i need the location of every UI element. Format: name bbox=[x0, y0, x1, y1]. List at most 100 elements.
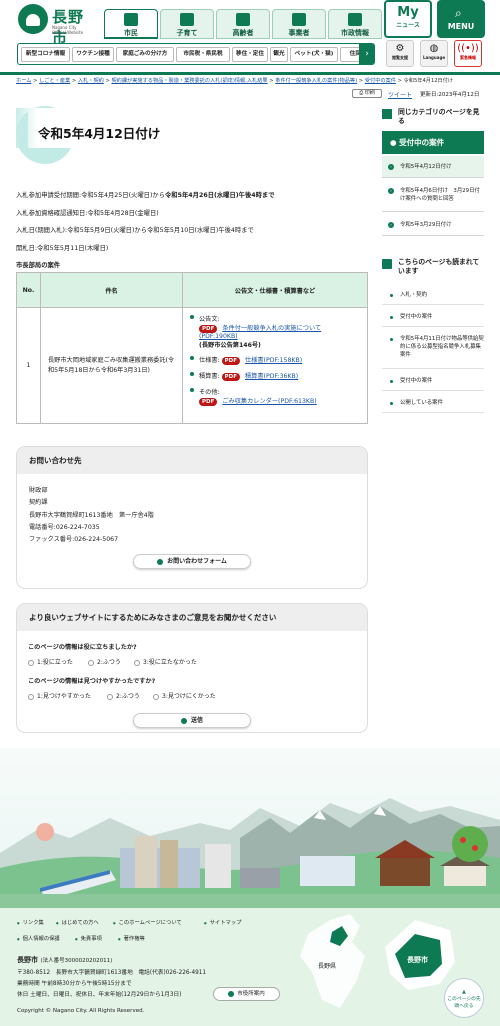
related-item[interactable]: 受付中の案件 bbox=[382, 307, 484, 327]
city-office-guide-button[interactable]: 市役所案内 bbox=[213, 987, 280, 1001]
quick-link[interactable]: 市民税・県民税 bbox=[176, 47, 230, 62]
chevron-right-icon: › bbox=[388, 188, 394, 194]
doc-item: その他: PDF ごみ収集カレンダー(PDF:613KB) bbox=[189, 387, 359, 406]
quick-link[interactable]: 観光 bbox=[270, 47, 288, 62]
footer-address: 〒380-8512 長野市大字鶴賀緑町1613番地 電話(代表)026-226-… bbox=[17, 970, 206, 976]
emergency-button[interactable]: ((•)) 緊急情報 bbox=[454, 40, 482, 67]
quick-link[interactable]: 移住・定住 bbox=[232, 47, 268, 62]
breadcrumb: ホーム > しごと・産業 > 入札・契約 > 契約課が実施する物品・製造・業務委… bbox=[16, 78, 454, 84]
related-item[interactable]: 入札・契約 bbox=[382, 285, 484, 305]
related-item[interactable]: 令和5年4月11日付け物品等供給契約に係る公募型指名競争入札募集案件 bbox=[382, 329, 484, 369]
breadcrumb-link[interactable]: 契約課が実施する物品・製造・業務委託の入札(調達)情報,入札結果 bbox=[111, 78, 267, 84]
breadcrumb-link[interactable]: しごと・産業 bbox=[39, 78, 70, 84]
pdf-badge: PDF bbox=[221, 373, 240, 381]
gnav-citizen[interactable]: 市民 bbox=[104, 9, 158, 39]
gnav-business[interactable]: 事業者 bbox=[272, 9, 326, 39]
gnav-elderly[interactable]: 高齢者 bbox=[216, 9, 270, 39]
footer-org-name: 長野市 (法人番号3000020202011) bbox=[17, 956, 113, 964]
footer-link[interactable]: リンク集 bbox=[17, 918, 44, 926]
section-heading: 市長部局の案件 bbox=[16, 262, 61, 269]
site-logo[interactable]: 長野市 Nagano City Official Website bbox=[18, 4, 98, 47]
quick-link[interactable]: ペット(犬・猫) bbox=[290, 47, 338, 62]
submit-button[interactable]: 送信 bbox=[133, 713, 251, 728]
book-icon bbox=[382, 259, 392, 269]
survey-box: より良いウェブサイトにするためにみなさまのご意見をお聞かせください このページの… bbox=[16, 603, 368, 733]
quick-link[interactable]: 家庭ごみの分け方 bbox=[116, 47, 174, 62]
survey-heading: より良いウェブサイトにするためにみなさまのご意見をお聞かせください bbox=[17, 604, 367, 631]
radio-option[interactable]: 3:役に立たなかった bbox=[134, 657, 197, 666]
title-decoration-fade bbox=[16, 108, 38, 148]
radio-option[interactable]: 1:見つけやすかった bbox=[28, 691, 91, 700]
bullet-icon bbox=[190, 356, 194, 360]
pdf-badge: PDF bbox=[221, 357, 240, 365]
copyright: Copyright © Nagano City. All Rights Rese… bbox=[17, 1008, 145, 1014]
bullet-icon bbox=[390, 338, 393, 341]
footer-link[interactable]: 著作権等 bbox=[118, 934, 145, 942]
print-button[interactable]: ⎙ 印刷 bbox=[352, 89, 382, 98]
contact-form-button[interactable]: お問い合わせフォーム bbox=[133, 554, 251, 569]
radio-circle bbox=[153, 693, 159, 700]
survey-question: このページの情報は役に立ちましたか? bbox=[28, 644, 137, 651]
globe-icon: ◍ bbox=[429, 43, 439, 54]
search-icon: ⌕ bbox=[455, 6, 462, 20]
column-header: 件名 bbox=[40, 272, 183, 308]
sidebar-item[interactable]: › 令和5年3月29日付け bbox=[382, 214, 484, 236]
city-scenery-image bbox=[0, 798, 500, 908]
breadcrumb-link[interactable]: ホーム bbox=[16, 78, 31, 84]
footer-hours: 業務時間 午前8時30分から午後5時15分まで bbox=[17, 981, 132, 987]
footer-link[interactable]: はじめての方へ bbox=[56, 918, 99, 926]
row-number: 1 bbox=[16, 307, 41, 424]
quick-link[interactable]: 新型コロナ情報 bbox=[21, 47, 70, 62]
building-icon bbox=[292, 13, 306, 26]
arrow-right-icon bbox=[228, 990, 235, 997]
quick-links-bar: 新型コロナ情報 ワクチン接種 家庭ごみの分け方 市民税・県民税 移住・定住 観光… bbox=[17, 43, 375, 65]
related-item[interactable]: 公開している案件 bbox=[382, 393, 484, 413]
footer-link[interactable]: 免責事項 bbox=[75, 934, 102, 942]
notice-pdf-link[interactable]: 条件付一般競争入札の実施について(PDF:190KB) bbox=[199, 325, 321, 340]
breadcrumb-link[interactable]: 条件付一般競争入札の案件(物品等) bbox=[275, 78, 357, 84]
chevron-right-icon[interactable]: › bbox=[359, 44, 375, 64]
page-title: 令和5年4月12日付け bbox=[38, 126, 161, 141]
column-header: 公告文・仕様書・積算書など bbox=[182, 272, 368, 308]
estimate-pdf-link[interactable]: 積算書(PDF:36KB) bbox=[245, 373, 298, 380]
accessibility-button[interactable]: ⚙ 閲覧支援 bbox=[386, 40, 414, 67]
doc-item: 積算書: PDF 積算書(PDF:36KB) bbox=[189, 371, 359, 381]
footer-link[interactable]: このホームページについて bbox=[113, 918, 182, 926]
site-header: 長野市 Nagano City Official Website 市民 子育て 高… bbox=[0, 0, 500, 72]
sidebar-item[interactable]: › 令和5年4月12日付け bbox=[382, 156, 484, 178]
map-label-pref: 長野県 bbox=[318, 962, 336, 970]
menu-button[interactable]: ⌕ MENU bbox=[437, 0, 485, 38]
radio-option[interactable]: 2:ふつう bbox=[107, 691, 140, 700]
bid-table: No. 件名 公告文・仕様書・積算書など 1 長野市大岡地域家庭ごみ収集運搬業務… bbox=[16, 272, 368, 424]
tweet-link[interactable]: ツイート bbox=[388, 90, 412, 99]
language-button[interactable]: ◍ Language bbox=[420, 40, 448, 67]
table-header-row: No. 件名 公告文・仕様書・積算書など bbox=[16, 272, 368, 308]
radio-option[interactable]: 1:役に立った bbox=[28, 657, 73, 666]
sidebar-active-heading[interactable]: ● 受付中の案件 bbox=[382, 131, 484, 154]
spec-pdf-link[interactable]: 仕様書(PDF:158KB) bbox=[245, 357, 302, 364]
chevron-right-icon: › bbox=[388, 164, 394, 170]
radio-option[interactable]: 2:ふつう bbox=[88, 657, 121, 666]
quick-link[interactable]: ワクチン接種 bbox=[72, 47, 114, 62]
gnav-cityinfo[interactable]: 市政情報 bbox=[328, 9, 382, 39]
footer-link[interactable]: サイトマップ bbox=[204, 918, 242, 926]
related-item[interactable]: 受付中の案件 bbox=[382, 371, 484, 391]
chevron-up-icon: ▲ bbox=[462, 990, 466, 995]
contact-details: 財政部 契約課 長野市大字鶴賀緑町1613番地 第一庁舎4階 電話番号:026-… bbox=[29, 487, 154, 544]
schedule-line: 開札日:令和5年5月11日(木曜日) bbox=[16, 245, 109, 252]
gnav-childcare[interactable]: 子育て bbox=[160, 9, 214, 39]
breadcrumb-link[interactable]: 受付中の案件 bbox=[365, 78, 396, 84]
chevron-right-icon: › bbox=[388, 222, 394, 228]
calendar-pdf-link[interactable]: ごみ収集カレンダー(PDF:613KB) bbox=[222, 398, 316, 405]
sidebar-item[interactable]: › 令和5年4月6日付け 3月29日付け案件への質問と回答 bbox=[382, 180, 484, 212]
radio-circle bbox=[88, 659, 94, 666]
contact-heading: お問い合わせ先 bbox=[17, 447, 367, 474]
doc-item: 公告文: PDF 条件付一般競争入札の実施について(PDF:190KB) (長野市… bbox=[189, 314, 359, 349]
notice-number: (長野市公告第146号) bbox=[199, 342, 261, 349]
breadcrumb-link[interactable]: 入札・契約 bbox=[78, 78, 104, 84]
footer-link[interactable]: 個人情報の保護 bbox=[17, 934, 60, 942]
schedule-line: 入札日(期間入札):令和5年5月9日(火曜日)から令和5年5月10日(水曜日)午… bbox=[16, 227, 254, 234]
radio-option[interactable]: 3:見つけにくかった bbox=[153, 691, 216, 700]
back-to-top-button[interactable]: ▲ このページの先頭へ戻る bbox=[444, 978, 484, 1018]
my-news-button[interactable]: My ニュース bbox=[384, 0, 432, 38]
